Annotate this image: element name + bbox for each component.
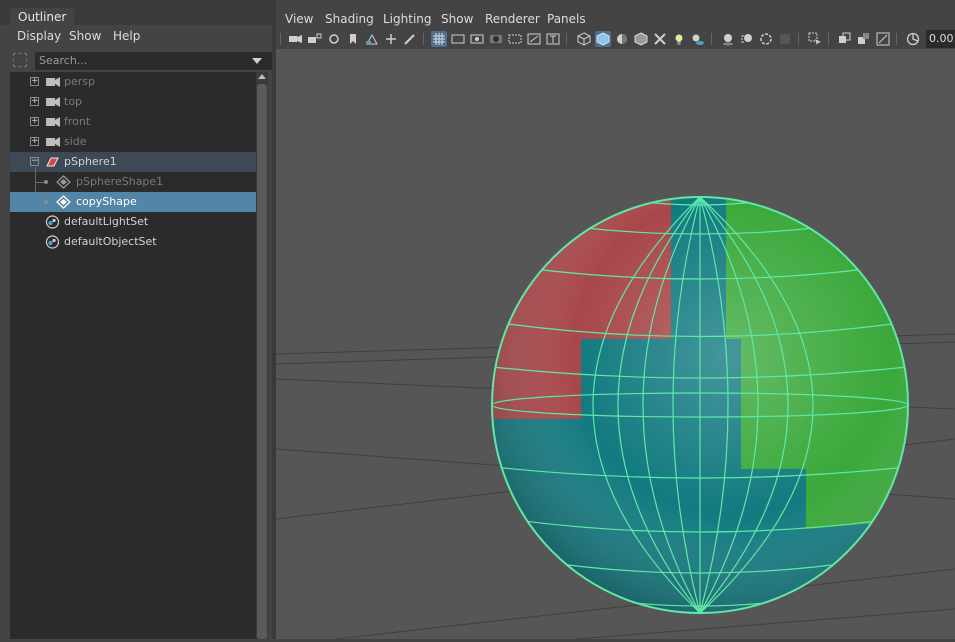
- collapse-icon[interactable]: −: [30, 157, 39, 166]
- exposure-value-field[interactable]: 0.00: [926, 30, 955, 48]
- menu-help[interactable]: Help: [113, 26, 140, 46]
- xray-icon[interactable]: [652, 31, 668, 47]
- camera-lock-icon[interactable]: [307, 31, 323, 47]
- scroll-thumb[interactable]: [257, 84, 267, 639]
- menu-lighting[interactable]: Lighting: [383, 9, 432, 29]
- outliner-menubar: Display Show Help: [10, 26, 272, 46]
- camera-icon[interactable]: [288, 31, 304, 47]
- antialias-icon[interactable]: [758, 31, 774, 47]
- list-item-label: pSphereShape1: [76, 175, 164, 188]
- viewport-menubar: View Shading Lighting Show Renderer Pane…: [276, 9, 955, 29]
- wireframe-icon[interactable]: [576, 31, 592, 47]
- camera-attr-icon[interactable]: [326, 31, 342, 47]
- toolbar-separator: [896, 33, 897, 45]
- list-item-label: side: [64, 135, 87, 148]
- safe-action-icon[interactable]: [526, 31, 542, 47]
- isolate-select-icon[interactable]: [807, 31, 823, 47]
- depth-of-field-icon[interactable]: [777, 31, 793, 47]
- set-icon: [45, 235, 60, 249]
- list-item-label: pSphere1: [64, 155, 117, 168]
- outliner-scrollbar[interactable]: [256, 72, 268, 639]
- ambient-occlusion-icon[interactable]: [720, 31, 736, 47]
- transform-icon: [46, 157, 59, 167]
- safe-title-icon[interactable]: [545, 31, 561, 47]
- scroll-up-icon[interactable]: [258, 74, 266, 79]
- outliner-tab[interactable]: Outliner: [10, 8, 75, 25]
- wireframe-on-shaded-icon[interactable]: [633, 31, 649, 47]
- toolbar-separator: [828, 33, 829, 45]
- expand-icon[interactable]: +: [30, 97, 39, 106]
- camera-icon: [46, 97, 60, 107]
- filter-icon[interactable]: [13, 53, 27, 67]
- list-item-defaultobjectset[interactable]: defaultObjectSet: [10, 232, 256, 252]
- scene-render: [275, 196, 955, 640]
- shadows-icon[interactable]: [690, 31, 706, 47]
- outliner-list: + persp + top + front + side − pSphere1: [10, 72, 256, 639]
- smooth-shade-icon[interactable]: [595, 31, 611, 47]
- chevron-down-icon[interactable]: [252, 58, 262, 64]
- toolbar-separator: [798, 33, 799, 45]
- tree-node-dot: [44, 200, 48, 204]
- menu-shading[interactable]: Shading: [325, 9, 374, 29]
- resolution-gate-icon[interactable]: [469, 31, 485, 47]
- bookmark-icon[interactable]: [345, 31, 361, 47]
- search-input[interactable]: Search...: [35, 52, 275, 70]
- menu-renderer[interactable]: Renderer: [485, 9, 540, 29]
- exposure-icon[interactable]: [905, 31, 921, 47]
- list-item-psphere1[interactable]: − pSphere1: [10, 152, 256, 172]
- default-material-icon[interactable]: [614, 31, 630, 47]
- list-item-label: front: [64, 115, 91, 128]
- list-item-front[interactable]: + front: [10, 112, 256, 132]
- expand-icon[interactable]: +: [30, 117, 39, 126]
- list-item-copyshape[interactable]: copyShape: [10, 192, 256, 212]
- outliner-panel: Outliner Display Show Help Search... + p…: [0, 0, 275, 639]
- gate-mask-icon[interactable]: [488, 31, 504, 47]
- toolbar-separator: [711, 33, 712, 45]
- camera-icon: [46, 77, 60, 87]
- xray-active-icon[interactable]: [856, 31, 872, 47]
- list-item-label: defaultObjectSet: [64, 235, 157, 248]
- mesh-shape-icon: [56, 175, 71, 189]
- toolbar-separator: [280, 33, 281, 45]
- xray-joints-icon[interactable]: [837, 31, 853, 47]
- expand-icon[interactable]: +: [30, 137, 39, 146]
- set-icon: [45, 215, 60, 229]
- toolbar-separator: [566, 33, 567, 45]
- list-item-label: top: [64, 95, 83, 108]
- field-chart-icon[interactable]: [507, 31, 523, 47]
- menu-show[interactable]: Show: [69, 26, 101, 46]
- motion-blur-icon[interactable]: [739, 31, 755, 47]
- list-item-label: defaultLightSet: [64, 215, 149, 228]
- image-plane-icon[interactable]: [364, 31, 380, 47]
- menu-show[interactable]: Show: [441, 9, 473, 29]
- list-item-label: persp: [64, 75, 95, 88]
- lights-icon[interactable]: [671, 31, 687, 47]
- mesh-shape-icon: [56, 195, 71, 209]
- viewport-toolbar: 0.00: [276, 29, 955, 49]
- grease-pencil-icon[interactable]: [402, 31, 418, 47]
- outliner-tabbar: Outliner: [0, 0, 272, 25]
- viewport-canvas[interactable]: [275, 49, 955, 640]
- list-item-label: copyShape: [76, 195, 137, 208]
- list-item-defaultlightset[interactable]: defaultLightSet: [10, 212, 256, 232]
- menu-view[interactable]: View: [285, 9, 313, 29]
- viewport-panel: View Shading Lighting Show Renderer Pane…: [275, 0, 955, 640]
- backface-icon[interactable]: [875, 31, 891, 47]
- sphere-mesh: [492, 197, 908, 613]
- menu-panels[interactable]: Panels: [547, 9, 586, 29]
- expand-icon[interactable]: +: [30, 77, 39, 86]
- list-item-top[interactable]: + top: [10, 92, 256, 112]
- film-gate-icon[interactable]: [450, 31, 466, 47]
- menu-display[interactable]: Display: [17, 26, 61, 46]
- camera-icon: [46, 117, 60, 127]
- toolbar-separator: [423, 33, 424, 45]
- list-item-psphereshape1[interactable]: pSphereShape1: [10, 172, 256, 192]
- list-item-side[interactable]: + side: [10, 132, 256, 152]
- 2d-pan-icon[interactable]: [383, 31, 399, 47]
- camera-icon: [46, 137, 60, 147]
- grid-icon[interactable]: [431, 31, 447, 47]
- tree-node-dot: [44, 180, 48, 184]
- search-row: Search...: [10, 51, 275, 71]
- list-item-persp[interactable]: + persp: [10, 72, 256, 92]
